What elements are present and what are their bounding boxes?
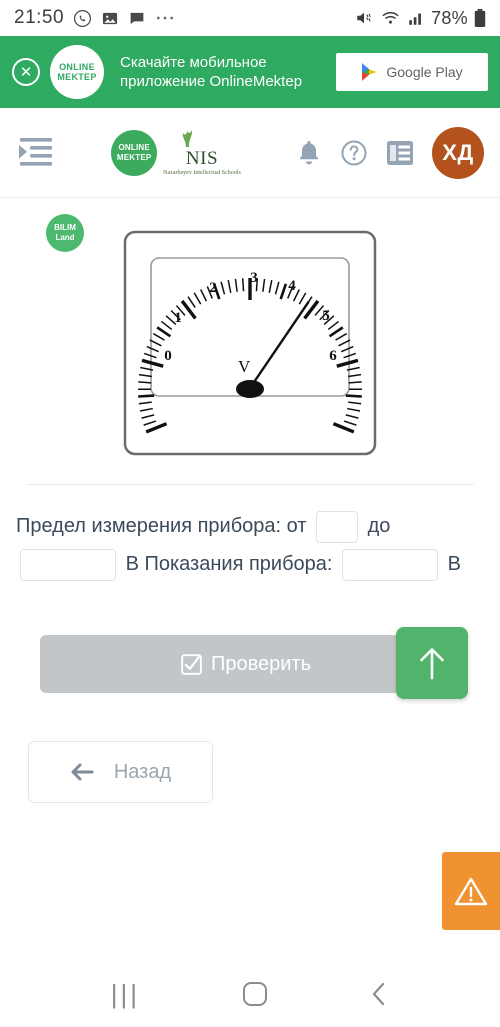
question-block: Предел измерения прибора: от до В Показа… xyxy=(16,507,484,583)
lesson-content: BILIM Land 0 1 2 3 4 5 6 V Предел измере… xyxy=(0,214,500,803)
list-icon[interactable] xyxy=(386,140,414,166)
banner-logo-line2: MEKTEP xyxy=(57,72,97,82)
overflow-dots-icon xyxy=(155,14,175,22)
question-circle-icon[interactable] xyxy=(340,139,368,167)
unit-symbol: V xyxy=(238,357,251,376)
brand-logos[interactable]: ONLINE MEKTEP NIS Nazarbayev Intellectua… xyxy=(111,127,241,177)
bilim-line1: BILIM xyxy=(54,223,76,233)
scale-label-2: 2 xyxy=(209,280,217,296)
image-icon xyxy=(101,10,119,27)
arrow-left-icon xyxy=(70,762,94,782)
question-reading: Показания прибора: В xyxy=(144,548,461,581)
content-divider xyxy=(26,484,474,485)
mute-icon xyxy=(354,9,374,27)
back-button[interactable]: Назад xyxy=(28,741,213,803)
scale-label-6: 6 xyxy=(329,348,337,364)
nis-title: NIS xyxy=(185,148,219,170)
bilim-line2: Land xyxy=(55,233,75,242)
scroll-to-top-button[interactable] xyxy=(396,627,468,699)
back-button-label: Назад xyxy=(113,760,172,783)
android-navigation-bar: ||| xyxy=(0,961,500,1027)
om-line2: MEKTEP xyxy=(116,152,152,162)
reading-input[interactable] xyxy=(342,548,439,581)
status-bar-left: 21:50 xyxy=(14,7,175,29)
onlinemektep-logo[interactable]: ONLINE MEKTEP xyxy=(111,129,158,176)
banner-text: Скачайте мобильное приложение OnlineMekt… xyxy=(120,53,303,90)
range-to-input[interactable] xyxy=(20,548,116,581)
question-range-prefix: Предел измерения прибора: от xyxy=(16,515,307,537)
arrow-up-icon xyxy=(415,645,449,681)
question-range-unit: В xyxy=(125,553,139,575)
question-reading-label: Показания прибора: xyxy=(144,553,333,575)
question-range-middle: до xyxy=(367,515,391,537)
om-line1: ONLINE xyxy=(118,143,150,153)
scale-label-1: 1 xyxy=(174,310,182,326)
recents-icon[interactable]: ||| xyxy=(111,979,140,1010)
signal-icon xyxy=(407,9,425,27)
onlinemektep-logo-banner: ONLINE MEKTEP xyxy=(50,45,104,99)
check-button[interactable]: Проверить xyxy=(40,635,452,693)
nis-logo[interactable]: NIS Nazarbayev Intellectual Schools xyxy=(163,127,241,177)
home-icon[interactable] xyxy=(242,981,268,1007)
checkbox-icon xyxy=(181,653,202,675)
report-problem-button[interactable] xyxy=(442,852,500,930)
promo-banner: ✕ ONLINE MEKTEP Скачайте мобильное прило… xyxy=(0,36,500,108)
whatsapp-icon xyxy=(73,9,92,28)
nis-subtitle: Nazarbayev Intellectual Schools xyxy=(163,170,241,177)
scale-label-5: 5 xyxy=(322,308,330,324)
status-bar: 21:50 78% xyxy=(0,0,500,36)
banner-logo-line1: ONLINE xyxy=(59,61,95,72)
question-reading-unit: В xyxy=(447,553,461,575)
navbar-icons: ХД xyxy=(296,126,484,179)
range-from-input[interactable] xyxy=(316,510,359,543)
voltmeter-illustration: 0 1 2 3 4 5 6 V xyxy=(16,230,484,456)
google-play-label: Google Play xyxy=(386,64,463,80)
back-chevron-icon[interactable] xyxy=(369,981,389,1007)
scale-label-0: 0 xyxy=(164,348,172,364)
nis-tree-icon xyxy=(182,130,193,148)
app-navbar: ONLINE MEKTEP NIS Nazarbayev Intellectua… xyxy=(0,108,500,198)
wifi-icon xyxy=(380,9,401,27)
banner-close-icon[interactable]: ✕ xyxy=(12,58,40,86)
status-bar-right: 78% xyxy=(354,8,486,29)
action-row: Проверить xyxy=(16,627,484,699)
message-icon xyxy=(128,10,146,27)
bell-icon[interactable] xyxy=(296,139,322,167)
avatar[interactable]: ХД xyxy=(431,126,484,179)
battery-percent: 78% xyxy=(431,7,468,28)
back-row: Назад xyxy=(16,741,484,803)
voltmeter-svg: 0 1 2 3 4 5 6 V xyxy=(123,230,377,456)
warning-triangle-icon xyxy=(454,876,488,907)
battery-icon xyxy=(474,8,486,28)
phone-screen: 21:50 78% ✕ ONLINE MEKTEP Скачайте мобил… xyxy=(0,0,500,1027)
scale-label-3: 3 xyxy=(250,270,258,286)
needle-pivot xyxy=(236,380,264,398)
status-time: 21:50 xyxy=(14,7,65,28)
scale-label-4: 4 xyxy=(288,278,296,294)
menu-indent-icon[interactable] xyxy=(16,136,56,170)
google-play-button[interactable]: Google Play xyxy=(336,53,488,91)
check-button-label: Проверить xyxy=(210,652,312,675)
google-play-icon xyxy=(361,62,379,82)
